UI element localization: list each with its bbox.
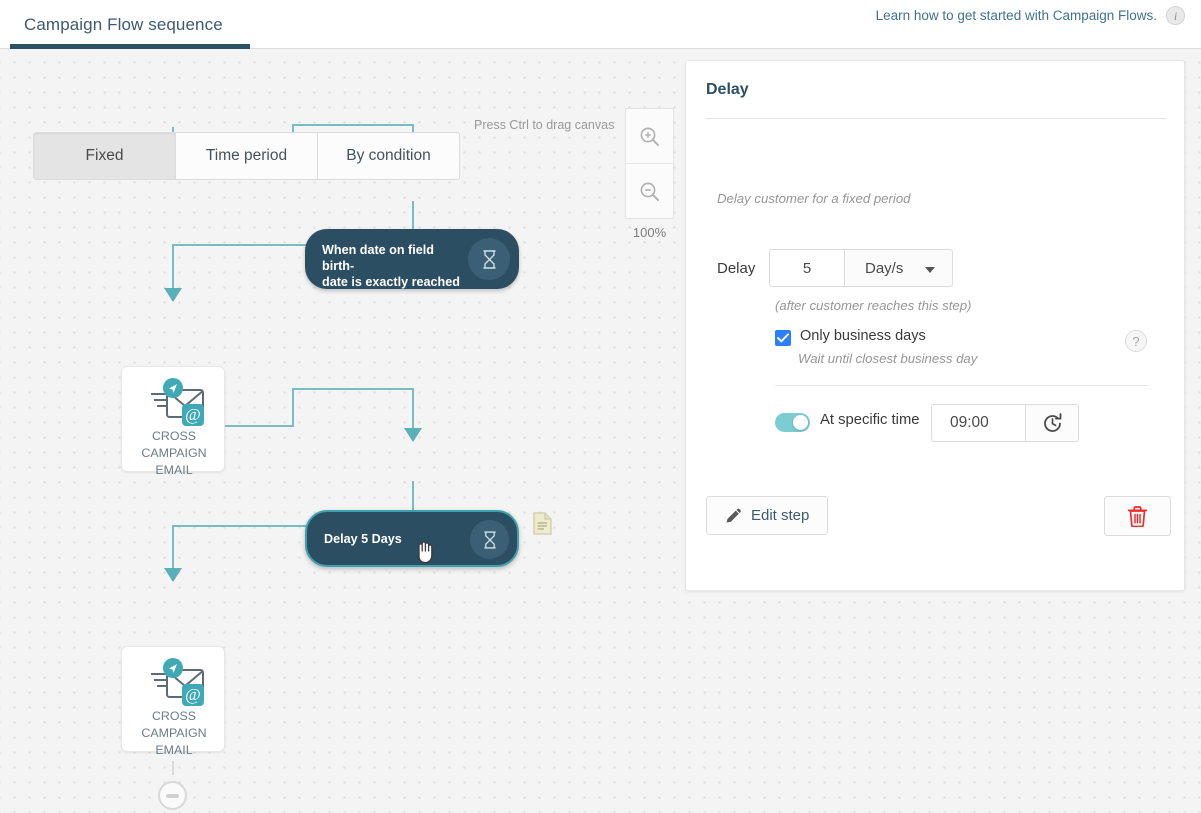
chevron-down-icon <box>925 267 935 273</box>
only-business-days-sublabel: Wait until closest business day <box>798 351 978 366</box>
question-mark-icon[interactable]: ? <box>1125 330 1147 352</box>
tab-fixed[interactable]: Fixed <box>34 133 176 179</box>
reset-clock-icon[interactable] <box>1026 404 1079 442</box>
zoom-controls <box>625 108 674 219</box>
header-actions: Learn how to get started with Campaign F… <box>876 6 1185 25</box>
panel-title: Delay <box>706 81 749 98</box>
hourglass-icon <box>468 238 510 280</box>
tab-description: Delay customer for a fixed period <box>717 191 911 206</box>
tab-campaign-flow-sequence[interactable]: Campaign Flow sequence <box>10 0 250 49</box>
zoom-level-label: 100% <box>632 225 667 240</box>
node-email-1-caption: CROSS CAMPAIGN EMAIL <box>141 429 207 477</box>
delay-label: Delay <box>717 260 756 277</box>
delay-value-input[interactable]: 5 <box>769 249 845 287</box>
delay-unit-select[interactable]: Day/s <box>845 249 953 287</box>
at-specific-time-label: At specific time <box>820 412 920 428</box>
delay-unit-value: Day/s <box>865 259 904 277</box>
edit-step-label: Edit step <box>751 507 810 524</box>
node-cross-campaign-email-2[interactable]: @ CROSS CAMPAIGN EMAIL <box>121 646 225 757</box>
zoom-out-icon[interactable] <box>626 164 673 219</box>
cross-campaign-email-icon: @ <box>141 378 209 432</box>
node-trigger-line1: When date on field birth- <box>322 243 434 273</box>
hourglass-icon <box>470 520 509 559</box>
specific-time-input[interactable]: 09:00 <box>931 404 1026 442</box>
panel-divider-top <box>706 118 1166 119</box>
node-delay-label: Delay 5 Days <box>324 532 402 546</box>
at-specific-time-toggle[interactable] <box>775 413 810 432</box>
minus-circle-icon[interactable] <box>158 781 187 810</box>
svg-text:@: @ <box>185 405 201 424</box>
only-business-days-label: Only business days <box>800 328 926 344</box>
tab-by-condition[interactable]: By condition <box>318 133 459 179</box>
node-cross-campaign-email-1[interactable]: @ CROSS CAMPAIGN EMAIL <box>121 366 225 477</box>
panel-divider-middle <box>775 385 1149 386</box>
delay-type-tabs: Fixed Time period By condition <box>33 132 460 180</box>
app-header: Campaign Flow sequence Learn how to get … <box>0 0 1201 49</box>
cross-campaign-email-icon: @ <box>141 658 209 712</box>
zoom-in-icon[interactable] <box>626 109 673 164</box>
svg-text:@: @ <box>185 685 201 704</box>
edit-step-button[interactable]: Edit step <box>706 496 829 535</box>
only-business-days-checkbox[interactable] <box>775 330 791 346</box>
node-trigger-line2: date is exactly reached <box>322 275 460 289</box>
delete-step-button[interactable] <box>1104 496 1171 536</box>
node-delay[interactable]: Delay 5 Days <box>305 510 519 567</box>
note-document-icon[interactable] <box>533 512 552 535</box>
learn-more-link[interactable]: Learn how to get started with Campaign F… <box>876 8 1157 23</box>
pencil-icon <box>725 507 742 524</box>
info-icon[interactable]: i <box>1166 6 1185 25</box>
trash-icon <box>1128 505 1147 527</box>
delay-note: (after customer reaches this step) <box>775 298 972 313</box>
canvas-drag-hint: Press Ctrl to drag canvas <box>474 118 615 132</box>
node-trigger[interactable]: When date on field birth- date is exactl… <box>305 229 519 289</box>
tab-label: Campaign Flow sequence <box>24 15 223 34</box>
node-email-2-caption: CROSS CAMPAIGN EMAIL <box>141 709 207 757</box>
tab-time-period[interactable]: Time period <box>176 133 318 179</box>
